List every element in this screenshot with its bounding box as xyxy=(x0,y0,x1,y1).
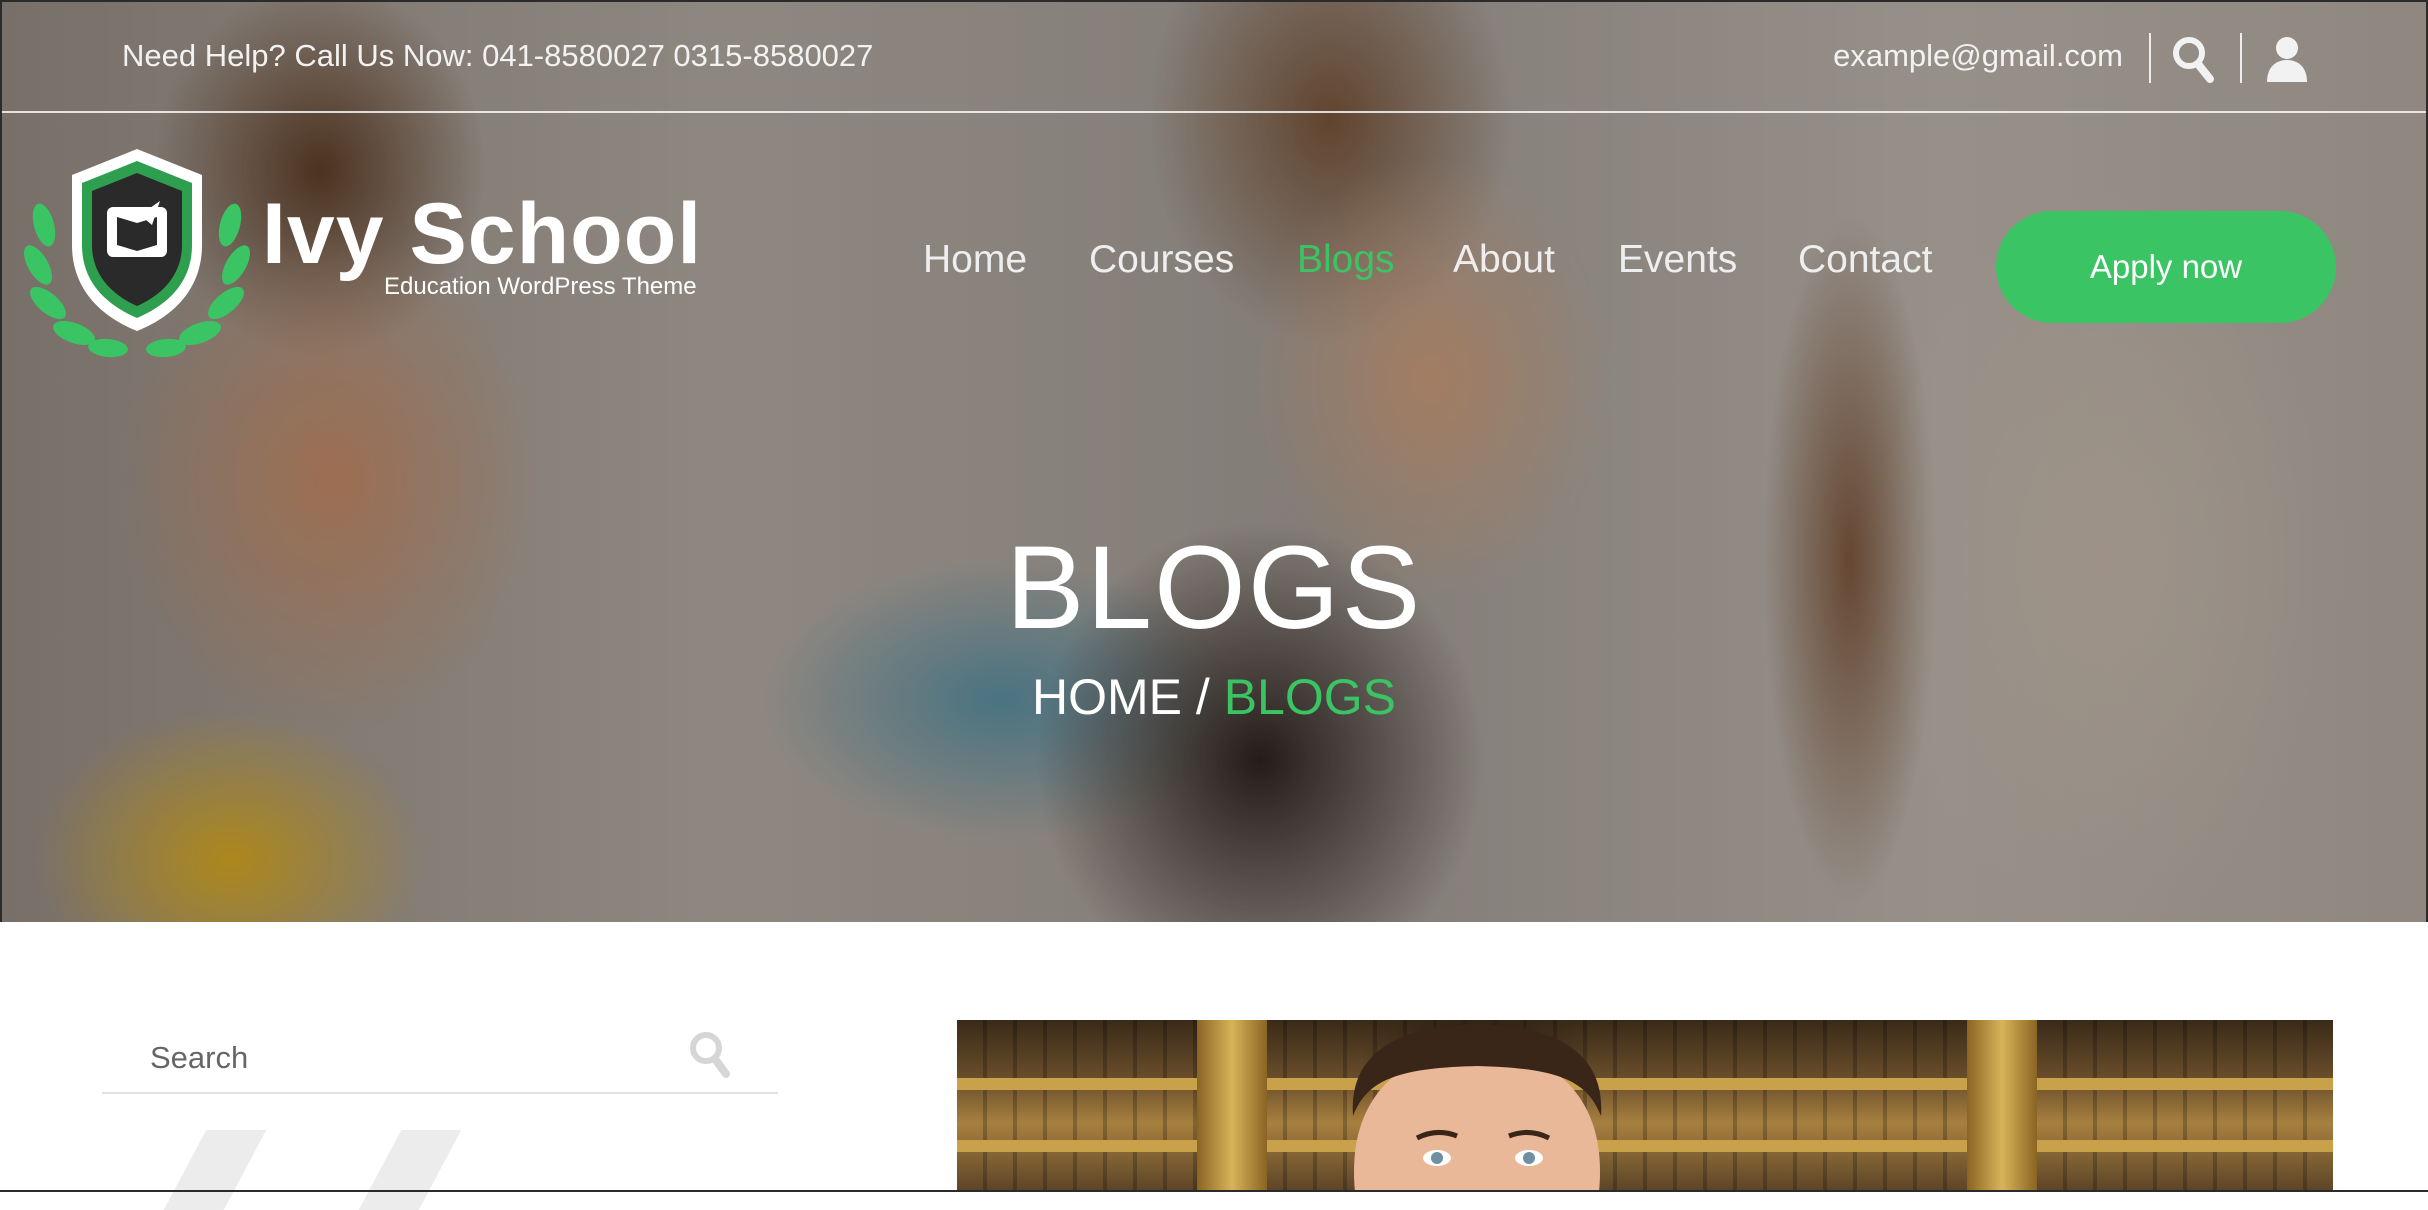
nav-item-home[interactable]: Home xyxy=(923,238,1027,282)
topbar-divider xyxy=(2240,33,2242,83)
email-link[interactable]: example@gmail.com xyxy=(1833,38,2123,74)
top-bar: Need Help? Call Us Now: 041-8580027 0315… xyxy=(0,0,2428,113)
nav-item-contact[interactable]: Contact xyxy=(1798,238,1932,282)
decorative-stripe xyxy=(163,1130,267,1210)
blog-featured-image[interactable] xyxy=(957,1020,2333,1192)
nav-item-blogs[interactable]: Blogs xyxy=(1297,238,1395,282)
breadcrumb-current: BLOGS xyxy=(1223,669,1396,725)
hero-overlay xyxy=(0,0,2428,922)
site-logo[interactable]: Ivy School Education WordPress Theme xyxy=(22,145,752,360)
portrait-figure xyxy=(1352,1024,1602,1192)
logo-title: Ivy School xyxy=(262,186,703,282)
user-icon[interactable] xyxy=(2262,32,2312,86)
hero-banner: Need Help? Call Us Now: 041-8580027 0315… xyxy=(0,0,2428,922)
decorative-stripe xyxy=(358,1130,462,1210)
search-icon[interactable] xyxy=(688,1030,738,1084)
nav-item-events[interactable]: Events xyxy=(1618,238,1737,282)
page-title: BLOGS xyxy=(1005,522,1423,654)
logo-subtitle: Education WordPress Theme xyxy=(384,273,697,300)
sidebar-search xyxy=(102,1020,778,1094)
breadcrumb: HOME / BLOGS xyxy=(0,668,2428,726)
breadcrumb-home[interactable]: HOME xyxy=(1032,669,1182,725)
search-input[interactable] xyxy=(148,1032,672,1084)
breadcrumb-separator: / xyxy=(1195,669,1210,725)
topbar-divider xyxy=(2149,33,2151,83)
shield-logo-icon xyxy=(24,149,250,358)
apply-now-button[interactable]: Apply now xyxy=(1996,211,2336,323)
search-icon[interactable] xyxy=(2168,32,2218,86)
help-phone-text: Need Help? Call Us Now: 041-8580027 0315… xyxy=(122,38,874,73)
nav-item-courses[interactable]: Courses xyxy=(1089,238,1234,282)
nav-item-about[interactable]: About xyxy=(1453,238,1555,282)
